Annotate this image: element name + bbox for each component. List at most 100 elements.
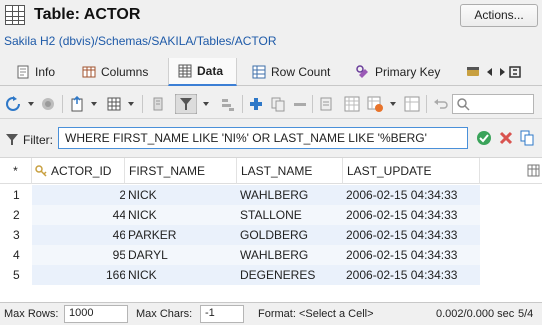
tab-info-label: Info: [35, 65, 56, 79]
export-icon[interactable]: [70, 96, 86, 112]
toolbar-separator: [242, 95, 243, 113]
tab-row-count[interactable]: Row Count: [252, 58, 330, 86]
cell-actor-id[interactable]: 95: [32, 245, 128, 265]
save-changes-icon[interactable]: [367, 96, 383, 112]
copy-filter-icon[interactable]: [519, 130, 535, 146]
table-row[interactable]: 1 2 NICK WAHLBERG 2006-02-15 04:34:33: [0, 185, 542, 205]
table-row[interactable]: 2 44 NICK STALLONE 2006-02-15 04:34:33: [0, 205, 542, 225]
save-dropdown-icon[interactable]: [390, 102, 396, 106]
table-row[interactable]: 3 46 PARKER GOLDBERG 2006-02-15 04:34:33: [0, 225, 542, 245]
apply-filter-icon[interactable]: [476, 130, 492, 146]
row-number: 2: [0, 205, 32, 225]
max-rows-input[interactable]: 1000: [64, 305, 128, 323]
format-status: Format: <Select a Cell>: [258, 308, 374, 320]
cell-last-update[interactable]: 2006-02-15 04:34:33: [343, 265, 480, 285]
form-view-icon[interactable]: [150, 96, 166, 112]
row-count-status: 5/4: [518, 308, 534, 320]
cell-last-name[interactable]: DEGENERES: [237, 265, 343, 285]
cell-actor-id[interactable]: 46: [32, 225, 128, 245]
cell-last-update[interactable]: 2006-02-15 04:34:33: [343, 185, 480, 205]
table-icon: [5, 5, 25, 25]
filter-input[interactable]: WHERE FIRST_NAME LIKE 'NI%' OR LAST_NAME…: [58, 127, 468, 149]
tab-info[interactable]: Info: [16, 58, 55, 86]
export-dropdown-icon[interactable]: [91, 102, 97, 106]
cell-first-name[interactable]: NICK: [125, 185, 237, 205]
cell-last-update[interactable]: 2006-02-15 04:34:33: [343, 205, 480, 225]
column-header-last-name[interactable]: LAST_NAME: [237, 158, 343, 184]
edit-cell-icon[interactable]: [319, 96, 335, 112]
table-row[interactable]: 5 166 NICK DEGENERES 2006-02-15 04:34:33: [0, 265, 542, 285]
tab-data[interactable]: Data: [168, 58, 237, 86]
column-header-actor-id[interactable]: ACTOR_ID: [32, 158, 125, 184]
cell-last-update[interactable]: 2006-02-15 04:34:33: [343, 225, 480, 245]
data-grid-icon: [178, 64, 192, 78]
duplicate-row-icon[interactable]: [270, 96, 286, 112]
breadcrumb[interactable]: Sakila H2 (dbvis)/Schemas/SAKILA/Tables/…: [4, 34, 277, 48]
cell-first-name[interactable]: NICK: [125, 265, 237, 285]
column-header-first-name[interactable]: FIRST_NAME: [125, 158, 237, 184]
tab-scroll-right-icon[interactable]: [496, 66, 508, 78]
filter-bar: Filter: WHERE FIRST_NAME LIKE 'NI%' OR L…: [0, 120, 542, 156]
table-row[interactable]: 4 95 DARYL WAHLBERG 2006-02-15 04:34:33: [0, 245, 542, 265]
status-bar: Max Rows: 1000 Max Chars: -1 Format: <Se…: [0, 302, 542, 325]
tab-columns-label: Columns: [101, 65, 149, 79]
tab-data-label: Data: [197, 64, 224, 78]
query-timing: 0.002/0.000 sec: [436, 308, 515, 320]
toolbar-separator: [426, 95, 427, 113]
delete-row-icon[interactable]: [292, 96, 308, 112]
tab-row-count-label: Row Count: [271, 65, 331, 79]
columns-icon: [82, 66, 96, 78]
refresh-icon[interactable]: [5, 96, 21, 112]
page-title: Table: ACTOR: [34, 6, 141, 23]
grid-view-dropdown-icon[interactable]: [128, 102, 134, 106]
grid-search-input[interactable]: [452, 94, 534, 114]
grid-view-icon[interactable]: [106, 96, 122, 112]
cell-last-name[interactable]: WAHLBERG: [237, 245, 343, 265]
primary-key-column-icon: [35, 165, 47, 177]
row-number: 3: [0, 225, 32, 245]
max-chars-label: Max Chars:: [136, 308, 193, 320]
row-number: 4: [0, 245, 32, 265]
undo-icon[interactable]: [432, 96, 448, 112]
cell-last-name[interactable]: STALLONE: [237, 205, 343, 225]
sort-icon[interactable]: [220, 96, 236, 112]
tab-scroll-left-icon[interactable]: [484, 66, 496, 78]
editor-header: Table: ACTOR Actions... Sakila H2 (dbvis…: [0, 0, 542, 52]
tab-menu-icon[interactable]: [509, 66, 521, 78]
max-chars-input[interactable]: -1: [200, 305, 244, 323]
cell-first-name[interactable]: PARKER: [125, 225, 237, 245]
toolbar-separator: [62, 95, 63, 113]
actions-button[interactable]: Actions...: [460, 4, 538, 27]
column-header-last-update[interactable]: LAST_UPDATE: [343, 158, 480, 184]
toolbar-separator: [142, 95, 143, 113]
add-row-icon[interactable]: [248, 96, 264, 112]
filter-icon: [6, 134, 18, 145]
cell-actor-id[interactable]: 166: [32, 265, 128, 285]
edit-mode-icon[interactable]: [344, 96, 360, 112]
stop-icon[interactable]: [40, 96, 56, 112]
grid-corner[interactable]: *: [0, 158, 32, 184]
cell-actor-id[interactable]: 2: [32, 185, 128, 205]
row-number: 1: [0, 185, 32, 205]
info-icon: [17, 65, 29, 79]
column-chooser-icon[interactable]: [527, 164, 540, 177]
cell-last-name[interactable]: WAHLBERG: [237, 185, 343, 205]
column-header-label: ACTOR_ID: [51, 164, 112, 178]
cell-last-name[interactable]: GOLDBERG: [237, 225, 343, 245]
commit-icon[interactable]: [404, 96, 420, 112]
row-count-icon: [252, 65, 266, 79]
refresh-dropdown-icon[interactable]: [28, 102, 34, 106]
cell-first-name[interactable]: DARYL: [125, 245, 237, 265]
tab-primary-key[interactable]: Primary Key: [356, 58, 440, 86]
cell-actor-id[interactable]: 44: [32, 205, 128, 225]
filter-dropdown-icon[interactable]: [203, 102, 209, 106]
cell-last-update[interactable]: 2006-02-15 04:34:33: [343, 245, 480, 265]
filter-label: Filter:: [23, 133, 53, 147]
tab-primary-key-label: Primary Key: [375, 65, 441, 79]
filter-toggle-icon[interactable]: [175, 94, 197, 114]
max-rows-label: Max Rows:: [4, 308, 59, 320]
tab-overflow-icon[interactable]: [466, 65, 480, 79]
tab-columns[interactable]: Columns: [82, 58, 148, 86]
clear-filter-icon[interactable]: [498, 130, 514, 146]
cell-first-name[interactable]: NICK: [125, 205, 237, 225]
